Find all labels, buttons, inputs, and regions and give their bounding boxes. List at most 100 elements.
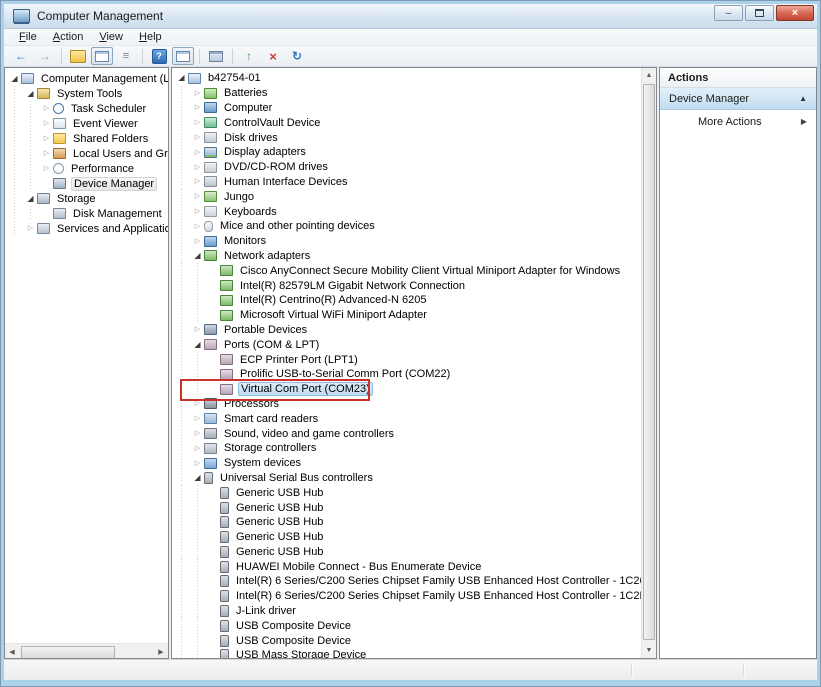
- collapsed-arrow-icon[interactable]: ▷: [191, 430, 204, 437]
- collapsed-arrow-icon[interactable]: ▷: [40, 120, 53, 127]
- tree-item[interactable]: ▷Mice and other pointing devices: [175, 219, 641, 234]
- collapsed-arrow-icon[interactable]: ▷: [191, 326, 204, 333]
- tree-item[interactable]: ◢Ports (COM & LPT): [175, 337, 641, 352]
- tree-item[interactable]: ◢Network adapters: [175, 249, 641, 264]
- tree-item[interactable]: Virtual Com Port (COM23): [175, 382, 641, 397]
- tree-item[interactable]: ▷Smart card readers: [175, 411, 641, 426]
- forward-button[interactable]: →: [34, 47, 56, 65]
- collapsed-arrow-icon[interactable]: ▷: [24, 225, 37, 232]
- tree-item[interactable]: ▷Performance: [8, 161, 168, 176]
- export-list-button[interactable]: ≡: [115, 47, 137, 65]
- expanded-arrow-icon[interactable]: ◢: [191, 252, 204, 260]
- tree-item[interactable]: ◢b42754-01: [175, 71, 641, 86]
- show-console-tree-button[interactable]: [67, 47, 89, 65]
- tree-item[interactable]: ▷Sound, video and game controllers: [175, 426, 641, 441]
- collapsed-arrow-icon[interactable]: ▷: [191, 104, 204, 111]
- tree-item[interactable]: Intel(R) 6 Series/C200 Series Chipset Fa…: [175, 589, 641, 604]
- tree-item[interactable]: ▷Local Users and Groups: [8, 146, 168, 161]
- actions-section-device-manager[interactable]: Device Manager ▲: [660, 88, 816, 110]
- tree-item[interactable]: ▷Computer: [175, 101, 641, 116]
- tree-item[interactable]: Intel(R) 6 Series/C200 Series Chipset Fa…: [175, 574, 641, 589]
- tree-item[interactable]: ▷Storage controllers: [175, 441, 641, 456]
- collapsed-arrow-icon[interactable]: ▷: [191, 208, 204, 215]
- expanded-arrow-icon[interactable]: ◢: [8, 75, 21, 83]
- title-bar[interactable]: Computer Management: [4, 4, 817, 29]
- tree-item[interactable]: USB Composite Device: [175, 633, 641, 648]
- tree-item[interactable]: Prolific USB-to-Serial Comm Port (COM22): [175, 367, 641, 382]
- tree-item[interactable]: ▷Batteries: [175, 86, 641, 101]
- tree-item[interactable]: Generic USB Hub: [175, 500, 641, 515]
- collapsed-arrow-icon[interactable]: ▷: [40, 150, 53, 157]
- tree-item[interactable]: Intel(R) 82579LM Gigabit Network Connect…: [175, 278, 641, 293]
- expanded-arrow-icon[interactable]: ◢: [24, 90, 37, 98]
- update-driver-button[interactable]: ↑: [238, 47, 260, 65]
- collapsed-arrow-icon[interactable]: ▷: [191, 238, 204, 245]
- collapsed-arrow-icon[interactable]: ▷: [191, 164, 204, 171]
- tree-item[interactable]: ▷Services and Applications: [8, 221, 168, 236]
- tree-item[interactable]: ▷Monitors: [175, 234, 641, 249]
- tree-item[interactable]: ▷Disk drives: [175, 130, 641, 145]
- tree-item[interactable]: ◢Computer Management (Local: [8, 71, 168, 86]
- uninstall-device-button[interactable]: ×: [262, 47, 284, 65]
- tree-item[interactable]: ▷Task Scheduler: [8, 101, 168, 116]
- menu-item-view[interactable]: View: [91, 30, 131, 44]
- expanded-arrow-icon[interactable]: ◢: [175, 74, 188, 82]
- collapsed-arrow-icon[interactable]: ▷: [191, 193, 204, 200]
- tree-item[interactable]: ◢System Tools: [8, 86, 168, 101]
- tree-item[interactable]: Device Manager: [8, 176, 168, 191]
- collapse-chevron-icon[interactable]: ▲: [799, 94, 807, 103]
- tree-item[interactable]: Generic USB Hub: [175, 485, 641, 500]
- scroll-right-arrow-icon[interactable]: ▶: [154, 645, 168, 658]
- collapsed-arrow-icon[interactable]: ▷: [191, 415, 204, 422]
- tree-item[interactable]: ▷Human Interface Devices: [175, 175, 641, 190]
- collapsed-arrow-icon[interactable]: ▷: [191, 223, 204, 230]
- collapsed-arrow-icon[interactable]: ▷: [191, 178, 204, 185]
- tree-item[interactable]: ▷Keyboards: [175, 204, 641, 219]
- collapsed-arrow-icon[interactable]: ▷: [191, 119, 204, 126]
- menu-item-action[interactable]: Action: [45, 30, 92, 44]
- collapsed-arrow-icon[interactable]: ▷: [191, 134, 204, 141]
- tree-item[interactable]: HUAWEI Mobile Connect - Bus Enumerate De…: [175, 559, 641, 574]
- horizontal-scrollbar[interactable]: ◀ ▶: [5, 643, 168, 658]
- tree-item[interactable]: J-Link driver: [175, 604, 641, 619]
- collapsed-arrow-icon[interactable]: ▷: [40, 165, 53, 172]
- tree-item[interactable]: USB Mass Storage Device: [175, 648, 641, 659]
- tree-item[interactable]: ▷Shared Folders: [8, 131, 168, 146]
- expanded-arrow-icon[interactable]: ◢: [191, 474, 204, 482]
- tree-item[interactable]: ▷ControlVault Device: [175, 115, 641, 130]
- tree-item[interactable]: USB Composite Device: [175, 618, 641, 633]
- remote-computer-button[interactable]: [205, 47, 227, 65]
- vertical-scrollbar[interactable]: ▲ ▼: [641, 68, 656, 658]
- restore-button[interactable]: [745, 5, 774, 21]
- more-actions-item[interactable]: More Actions ▶: [660, 110, 816, 133]
- vertical-scrollbar-thumb[interactable]: [643, 84, 655, 640]
- tree-item[interactable]: Cisco AnyConnect Secure Mobility Client …: [175, 263, 641, 278]
- tree-item[interactable]: ▷DVD/CD-ROM drives: [175, 160, 641, 175]
- collapsed-arrow-icon[interactable]: ▷: [40, 105, 53, 112]
- tree-item[interactable]: ▷Portable Devices: [175, 323, 641, 338]
- help-button[interactable]: ?: [148, 47, 170, 65]
- tree-item[interactable]: Generic USB Hub: [175, 545, 641, 560]
- horizontal-scrollbar-thumb[interactable]: [21, 646, 115, 659]
- tree-item[interactable]: ▷System devices: [175, 456, 641, 471]
- tree-item[interactable]: ▷Jungo: [175, 189, 641, 204]
- collapsed-arrow-icon[interactable]: ▷: [191, 460, 204, 467]
- collapsed-arrow-icon[interactable]: ▷: [40, 135, 53, 142]
- tree-item[interactable]: Microsoft Virtual WiFi Miniport Adapter: [175, 308, 641, 323]
- tree-item[interactable]: ◢Universal Serial Bus controllers: [175, 471, 641, 486]
- tree-item[interactable]: Generic USB Hub: [175, 530, 641, 545]
- scan-hardware-changes-button[interactable]: ↻: [286, 47, 308, 65]
- collapsed-arrow-icon[interactable]: ▷: [191, 445, 204, 452]
- collapsed-arrow-icon[interactable]: ▷: [191, 400, 204, 407]
- console-window-button[interactable]: [91, 47, 113, 65]
- tree-item[interactable]: ▷Processors: [175, 397, 641, 412]
- tree-item[interactable]: ECP Printer Port (LPT1): [175, 352, 641, 367]
- menu-item-file[interactable]: File: [11, 30, 45, 44]
- tree-item[interactable]: Intel(R) Centrino(R) Advanced-N 6205: [175, 293, 641, 308]
- tree-item[interactable]: ◢Storage: [8, 191, 168, 206]
- collapsed-arrow-icon[interactable]: ▷: [191, 149, 204, 156]
- action-pane-button[interactable]: [172, 47, 194, 65]
- expanded-arrow-icon[interactable]: ◢: [24, 195, 37, 203]
- collapsed-arrow-icon[interactable]: ▷: [191, 90, 204, 97]
- scroll-left-arrow-icon[interactable]: ◀: [5, 645, 19, 658]
